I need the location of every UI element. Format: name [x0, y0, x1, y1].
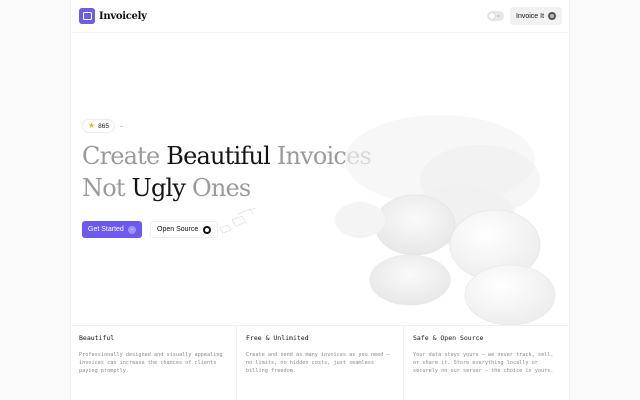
get-started-label: Get Started	[88, 226, 124, 233]
feature-description: Professionally designed and visually app…	[79, 352, 223, 374]
feature-card: Beautiful Professionally designed and vi…	[70, 326, 237, 400]
feature-card: Safe & Open Source Your data stays yours…	[404, 326, 570, 400]
feature-card: Free & Unlimited Create and send as many…	[237, 326, 404, 400]
github-stars-badge[interactable]: ★ 865	[82, 119, 116, 133]
invoice-it-label: Invoice It	[516, 12, 545, 20]
open-source-label: Open Source	[157, 226, 199, 233]
logo-mark-icon	[79, 8, 95, 24]
headline-segment: Create	[82, 142, 167, 170]
stars-count: 865	[98, 122, 110, 130]
header-divider	[70, 32, 570, 33]
brand-logo[interactable]: Invoicely	[79, 8, 147, 24]
star-icon: ★	[88, 121, 96, 130]
top-navbar: Invoicely Invoice It	[0, 0, 640, 32]
get-started-button[interactable]: Get Started →	[82, 221, 142, 238]
badge-divider	[120, 126, 123, 127]
feature-title: Free & Unlimited	[246, 334, 309, 342]
headline-emphasis: Ugly	[131, 174, 186, 202]
brand-name: Invoicely	[99, 10, 147, 22]
theme-toggle[interactable]	[487, 11, 504, 21]
arrow-right-icon: →	[127, 225, 136, 234]
open-source-button[interactable]: Open Source	[150, 221, 219, 238]
hero-illustration	[219, 115, 556, 325]
invoice-it-button[interactable]: Invoice It	[510, 7, 563, 25]
feature-title: Beautiful	[79, 334, 115, 342]
features-section: Beautiful Professionally designed and vi…	[70, 325, 570, 400]
arrow-circle-icon	[548, 12, 557, 20]
feature-description: Create and send as many invoices as you …	[246, 352, 390, 374]
feature-title: Safe & Open Source	[413, 334, 484, 342]
headline-segment: Not	[82, 174, 132, 202]
feature-description: Your data stays yours — we never track, …	[413, 352, 554, 374]
